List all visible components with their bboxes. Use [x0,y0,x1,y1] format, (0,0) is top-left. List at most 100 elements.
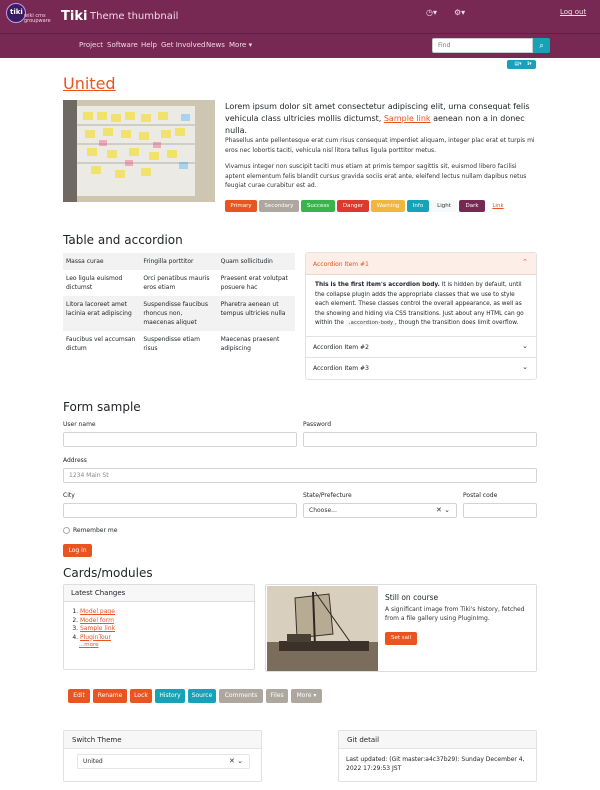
lead-text: Lorem ipsum dolor sit amet consectetur a… [225,101,537,137]
page-title[interactable]: United [63,74,116,93]
lock-button[interactable]: Lock [130,689,152,703]
postal-label: Postal code [463,492,498,499]
search-button[interactable]: ⌕ [533,38,550,53]
whiteboard-photo [63,100,215,202]
hero-image [63,100,215,202]
raft-photo [267,586,378,671]
info-icon: ℹ▾ [527,61,532,67]
secondary-button[interactable]: Secondary [259,200,299,212]
table-row: Massa curae Fringilla porttitor Quam sol… [63,253,295,270]
dark-button[interactable]: Dark [459,200,485,212]
table-cell: Suspendisse faucibus rhoncus non, maecen… [143,301,208,326]
light-button[interactable]: Light [431,200,457,212]
accordion: Accordion Item #1 ⌃ This is the first it… [305,252,537,380]
table-cell: Quam sollicitudin [220,258,273,265]
table-cell: Litora lacoreet amet lacinia erat adipis… [66,301,132,317]
accordion-body-text-2: , though the transition does limit overf… [394,320,519,326]
postal-field[interactable] [463,503,537,518]
accordion-item-3-header[interactable]: Accordion Item #3 ⌄ [306,358,536,379]
git-detail-title: Git detail [339,731,536,749]
form-heading: Form sample [63,400,141,414]
sample-table: Massa curae Fringilla porttitor Quam sol… [63,253,295,357]
accordion-item-1-body: This is the first item's accordion body.… [306,275,536,337]
git-detail-module: Git detail Last updated: (Git master:a4c… [338,730,537,782]
list-item: PluginTour [80,634,254,643]
table-cell: Leo ligula euismod dictumst [66,275,123,291]
clock-icon[interactable]: ◷▾ [426,8,437,17]
nav-item-help[interactable]: Help [141,41,157,49]
info-button[interactable]: Info [407,200,429,212]
logo-letters: tiki [10,8,23,16]
site-title: Theme thumbnail [90,11,179,22]
chevron-down-icon: ⌄ [522,363,528,371]
accordion-item-1-header[interactable]: Accordion Item #1 ⌃ [306,253,536,275]
success-button[interactable]: Success [301,200,335,212]
table-cell: Massa curae [66,258,104,265]
accordion-item-2-header[interactable]: Accordion Item #2 ⌄ [306,337,536,358]
files-button[interactable]: Files [266,689,288,703]
latest-change-link[interactable]: PluginTour [80,634,111,641]
page-options-button[interactable]: ℹ▾ [523,60,536,69]
tools-icon: ▤▾ [514,61,522,67]
table-cell: Fringilla porttitor [143,258,194,265]
accordion-item-2-label: Accordion Item #2 [313,344,369,351]
list-item: Model page [80,608,254,617]
edit-button[interactable]: Edit [68,689,90,703]
address-field[interactable]: 1234 Main St [63,468,537,483]
state-select-value: Choose... [309,507,337,514]
nav-item-news[interactable]: News [206,41,225,49]
table-section-heading: Table and accordion [63,233,183,247]
clear-and-chevron-icon: ✕ ⌄ [229,757,243,765]
nav-item-more[interactable]: More ▾ [229,41,252,49]
gear-icon[interactable]: ⚙▾ [454,8,465,17]
city-label: City [63,492,75,499]
primary-button[interactable]: Primary [225,200,257,212]
table-cell: Faucibus vel accumsan dictum [66,336,136,352]
theme-select[interactable]: United ✕ ⌄ [77,754,250,769]
link-button[interactable]: Link [488,200,508,212]
logout-link[interactable]: Log out [560,8,586,16]
search-icon: ⌕ [539,41,544,50]
login-button[interactable]: Log in [63,544,92,557]
danger-button[interactable]: Danger [337,200,369,212]
accordion-body-bold: This is the first item's accordion body. [315,282,440,288]
rename-button[interactable]: Rename [93,689,127,703]
more-link[interactable]: ...more [79,642,99,648]
remember-checkbox[interactable] [63,527,70,534]
sample-link[interactable]: Sample link [384,114,431,123]
latest-change-link[interactable]: Model form [80,617,114,624]
warning-button[interactable]: Warning [371,200,405,212]
more-actions-button[interactable]: More ▾ [291,689,322,703]
history-button[interactable]: History [155,689,185,703]
table-cell: Maecenas praesent adipiscing [220,336,280,352]
nav-item-project[interactable]: Project [79,41,103,49]
set-sail-button[interactable]: Set sail [385,632,417,645]
password-label: Password [303,421,332,428]
latest-change-link[interactable]: Model page [80,608,115,615]
latest-changes-card: Latest Changes Model page Model form Sam… [63,584,255,670]
nav-item-software[interactable]: Software [107,41,138,49]
card-title: Still on course [385,593,439,602]
chevron-down-icon: ⌄ [522,342,528,350]
cards-heading: Cards/modules [63,566,153,580]
tiki-logo[interactable]: tiki [6,3,26,23]
latest-changes-title: Latest Changes [64,585,254,602]
table-row: Leo ligula euismod dictumst Orci penatib… [63,270,295,296]
search-input[interactable] [432,38,533,53]
table-row: Faucibus vel accumsan dictum Suspendisse… [63,331,295,357]
nav-item-get-involved[interactable]: Get Involved [161,41,205,49]
latest-change-link[interactable]: Sample link [80,625,115,632]
site-brand[interactable]: Tiki [61,9,87,24]
source-button[interactable]: Source [188,689,216,703]
password-field[interactable] [303,432,537,447]
state-select[interactable]: Choose... ✕ ⌄ [303,503,457,518]
list-item: Model form [80,617,254,626]
username-field[interactable] [63,432,297,447]
git-detail-text: Last updated: (Git master:a4c37b29): Sun… [346,756,525,772]
top-bar: tiki wiki cms groupware Tiki Theme thumb… [0,0,600,34]
list-item: Sample link [80,625,254,634]
switch-theme-module: Switch Theme United ✕ ⌄ [63,730,262,782]
comments-button[interactable]: Comments [219,689,263,703]
clear-and-chevron-icon: ✕ ⌄ [436,506,450,514]
city-field[interactable] [63,503,297,518]
